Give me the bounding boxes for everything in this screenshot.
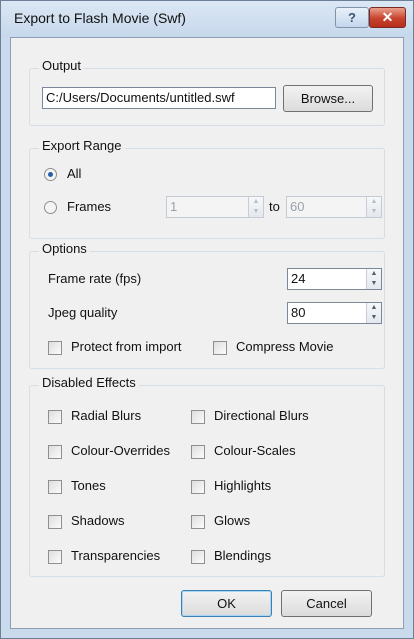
frames-from-value: 1 bbox=[170, 199, 178, 214]
directional-blurs-checkbox[interactable] bbox=[191, 410, 205, 424]
frames-radio[interactable] bbox=[44, 201, 57, 214]
colour-scales-checkbox[interactable] bbox=[191, 445, 205, 459]
jpeg-quality-field[interactable]: 80 ▲ ▼ bbox=[287, 302, 382, 324]
spinner-icon[interactable]: ▲ ▼ bbox=[366, 197, 381, 217]
output-path-field[interactable]: C:/Users/Documents/untitled.swf bbox=[42, 87, 276, 109]
radial-blurs-label: Radial Blurs bbox=[71, 408, 142, 423]
options-legend: Options bbox=[39, 241, 90, 256]
protect-checkbox[interactable] bbox=[48, 341, 62, 355]
frames-to-value: 60 bbox=[290, 199, 305, 214]
title-bar: Export to Flash Movie (Swf) ? ✕ bbox=[1, 1, 413, 37]
highlights-checkbox[interactable] bbox=[191, 480, 205, 494]
output-legend: Output bbox=[39, 58, 85, 73]
tones-label: Tones bbox=[71, 478, 106, 493]
help-icon: ? bbox=[348, 10, 356, 25]
browse-button[interactable]: Browse... bbox=[283, 85, 373, 112]
compress-checkbox[interactable] bbox=[213, 341, 227, 355]
frames-to-field[interactable]: 60 ▲ ▼ bbox=[286, 196, 382, 218]
dialog-body: Output C:/Users/Documents/untitled.swf B… bbox=[10, 37, 404, 629]
cancel-button[interactable]: Cancel bbox=[281, 590, 372, 617]
jpeg-quality-label: Jpeg quality bbox=[48, 305, 118, 320]
glows-label: Glows bbox=[214, 513, 251, 528]
export-dialog: Export to Flash Movie (Swf) ? ✕ Output C… bbox=[0, 0, 414, 639]
colour-overrides-label: Colour-Overrides bbox=[71, 443, 170, 458]
to-label: to bbox=[269, 199, 280, 214]
all-label: All bbox=[67, 166, 82, 181]
dialog-title: Export to Flash Movie (Swf) bbox=[14, 10, 186, 26]
frame-rate-field[interactable]: 24 ▲ ▼ bbox=[287, 268, 382, 290]
frames-label: Frames bbox=[67, 199, 112, 214]
shadows-label: Shadows bbox=[71, 513, 125, 528]
export-range-legend: Export Range bbox=[39, 138, 125, 153]
glows-checkbox[interactable] bbox=[191, 515, 205, 529]
export-range-group bbox=[29, 148, 385, 239]
radial-blurs-checkbox[interactable] bbox=[48, 410, 62, 424]
shadows-checkbox[interactable] bbox=[48, 515, 62, 529]
disabled-effects-legend: Disabled Effects bbox=[39, 375, 139, 390]
jpeg-quality-value: 80 bbox=[291, 305, 306, 320]
spinner-icon[interactable]: ▲ ▼ bbox=[366, 269, 381, 289]
spinner-icon[interactable]: ▲ ▼ bbox=[366, 303, 381, 323]
spinner-icon[interactable]: ▲ ▼ bbox=[248, 197, 263, 217]
blendings-label: Blendings bbox=[214, 548, 272, 563]
close-button[interactable]: ✕ bbox=[369, 7, 406, 28]
all-radio[interactable] bbox=[44, 168, 57, 181]
transparencies-checkbox[interactable] bbox=[48, 550, 62, 564]
colour-overrides-checkbox[interactable] bbox=[48, 445, 62, 459]
close-icon: ✕ bbox=[381, 9, 394, 25]
tones-checkbox[interactable] bbox=[48, 480, 62, 494]
transparencies-label: Transparencies bbox=[71, 548, 161, 563]
highlights-label: Highlights bbox=[214, 478, 272, 493]
compress-label: Compress Movie bbox=[236, 339, 334, 354]
colour-scales-label: Colour-Scales bbox=[214, 443, 296, 458]
frame-rate-value: 24 bbox=[291, 271, 306, 286]
ok-button[interactable]: OK bbox=[181, 590, 272, 617]
protect-label: Protect from import bbox=[71, 339, 182, 354]
blendings-checkbox[interactable] bbox=[191, 550, 205, 564]
help-button[interactable]: ? bbox=[335, 7, 369, 28]
frame-rate-label: Frame rate (fps) bbox=[48, 271, 142, 286]
directional-blurs-label: Directional Blurs bbox=[214, 408, 309, 423]
frames-from-field[interactable]: 1 ▲ ▼ bbox=[166, 196, 264, 218]
